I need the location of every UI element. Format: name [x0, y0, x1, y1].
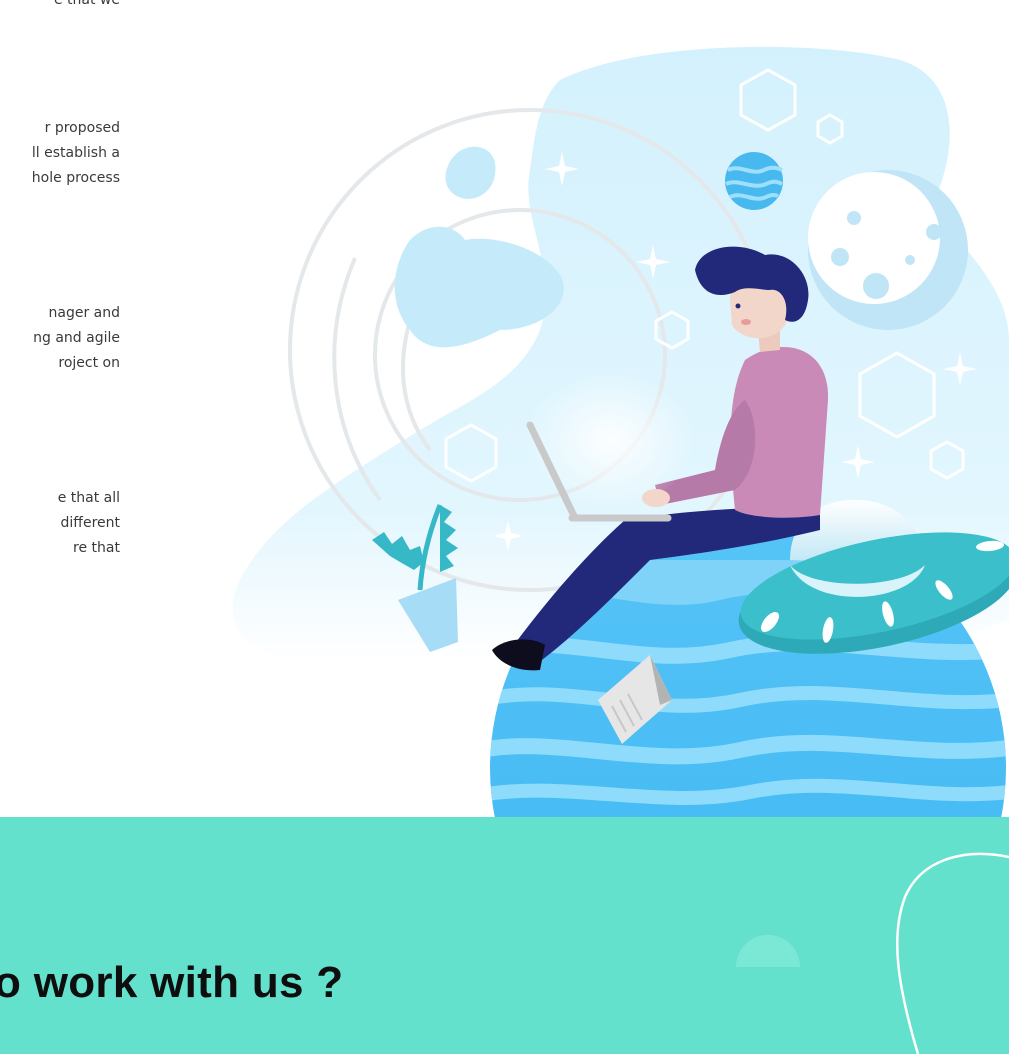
- page: e that we r proposed ll establish a hole…: [0, 0, 1009, 1054]
- planet-small-icon: [725, 152, 783, 210]
- developer-illustration: [232, 46, 1009, 818]
- cta-decorations: [736, 852, 1009, 1054]
- decorative-semicircle: [736, 935, 800, 967]
- blob-small: [445, 146, 496, 199]
- section-title: o work with us ?: [0, 958, 344, 1007]
- decorative-outline-shape: [896, 852, 1009, 1054]
- moon-icon: [808, 170, 968, 330]
